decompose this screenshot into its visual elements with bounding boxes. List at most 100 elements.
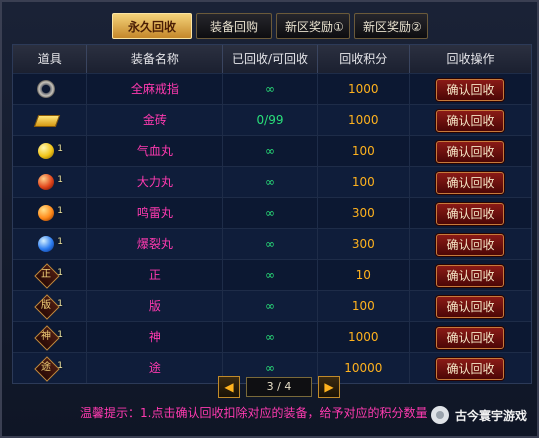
recycle-points: 10: [318, 260, 410, 290]
header-action: 回收操作: [446, 52, 495, 66]
item-name: 神: [87, 322, 224, 352]
action-cell: 确认回收: [410, 260, 531, 290]
recycle-panel: 永久回收 装备回购 新区奖励① 新区奖励② 道具 装备名称 已回收/可回收 回收…: [0, 0, 539, 438]
recycle-points: 300: [318, 198, 410, 228]
token-zheng-icon: 正1: [34, 263, 63, 289]
red-pill-icon: 1: [35, 171, 63, 193]
item-count: 1: [57, 268, 63, 278]
recycled-count: ∞: [223, 291, 318, 321]
header-recycled: 已回收/可回收: [223, 45, 318, 73]
token-shen-icon: 神1: [34, 325, 63, 351]
table-row: 1 气血丸 ∞ 100 确认回收: [13, 135, 531, 166]
item-cell: 神1: [13, 322, 88, 352]
recycle-points: 100: [318, 167, 410, 197]
item-count: 1: [57, 361, 63, 371]
recycled-count: ∞: [223, 198, 318, 228]
action-cell: 确认回收: [410, 74, 531, 104]
action-cell: 确认回收: [410, 322, 531, 352]
recycle-points: 1000: [318, 322, 410, 352]
tab-new-server-reward-2[interactable]: 新区奖励②: [354, 13, 428, 39]
confirm-recycle-button[interactable]: 确认回收: [436, 110, 505, 132]
table-body: 全麻戒指 ∞ 1000 确认回收 金砖 0/99 1000 确认回收 1 气血丸 ∞ 100 确认回收 1…: [13, 73, 531, 383]
table-row: 金砖 0/99 1000 确认回收: [13, 104, 531, 135]
table-row: 1 大力丸 ∞ 100 确认回收: [13, 166, 531, 197]
wechat-icon: [430, 406, 449, 424]
item-count: 1: [57, 299, 63, 309]
fire-pill-icon: 1: [35, 202, 63, 224]
tab-new-server-reward-1[interactable]: 新区奖励①: [276, 13, 350, 39]
tab-bar: 永久回收 装备回购 新区奖励① 新区奖励②: [112, 13, 428, 39]
yellow-pill-icon: 1: [35, 140, 63, 162]
item-count: 1: [57, 206, 63, 216]
tab-equipment-buyback[interactable]: 装备回购: [196, 13, 272, 39]
item-name: 金砖: [87, 105, 224, 135]
confirm-recycle-button[interactable]: 确认回收: [436, 296, 505, 318]
tab-permanent-recycle[interactable]: 永久回收: [112, 13, 192, 39]
gold-brick-icon: [33, 109, 61, 131]
item-cell: 正1: [13, 260, 88, 290]
table-row: 正 1 正 ∞ 10 确认回收: [13, 259, 531, 290]
item-count: 1: [57, 237, 63, 247]
token-tu-icon: 途1: [34, 356, 63, 382]
table-row: 1 鸣雷丸 ∞ 300 确认回收: [13, 197, 531, 228]
item-cell: [13, 105, 88, 135]
header-points: 回收积分: [318, 45, 410, 73]
item-count: 1: [57, 175, 63, 185]
recycled-count: 0/99: [223, 105, 318, 135]
action-cell: 确认回收: [410, 136, 531, 166]
action-cell: 确认回收: [410, 229, 531, 259]
action-cell: 确认回收: [410, 291, 531, 321]
confirm-recycle-button[interactable]: 确认回收: [436, 203, 505, 225]
item-name: 正: [87, 260, 224, 290]
action-cell: 确认回收: [410, 167, 531, 197]
watermark-text: 古今寰宇游戏: [454, 408, 527, 423]
item-name: 鸣雷丸: [87, 198, 224, 228]
confirm-recycle-button[interactable]: 确认回收: [436, 265, 505, 287]
item-cell: 1: [13, 136, 88, 166]
header-name: 装备名称: [87, 45, 224, 73]
item-name: 版: [87, 291, 224, 321]
recycled-count: ∞: [223, 167, 318, 197]
recycled-count: ∞: [223, 260, 318, 290]
hint-body: 1.点击确认回收扣除对应的装备，给予对应的积分数量: [140, 406, 428, 420]
recycled-count: ∞: [223, 136, 318, 166]
action-cell: 确认回收: [410, 198, 531, 228]
recycled-count: ∞: [223, 229, 318, 259]
recycle-points: 100: [318, 291, 410, 321]
item-cell: 1: [13, 198, 88, 228]
table-row: 版 1 版 ∞ 100 确认回收: [13, 290, 531, 321]
recycled-count: ∞: [223, 74, 318, 104]
confirm-recycle-button[interactable]: 确认回收: [436, 172, 505, 194]
confirm-recycle-button[interactable]: 确认回收: [436, 141, 505, 163]
table-header: 道具 装备名称 已回收/可回收 回收积分 回收操作: [13, 45, 531, 73]
confirm-recycle-button[interactable]: 确认回收: [436, 79, 505, 101]
item-cell: 版1: [13, 291, 88, 321]
action-cell: 确认回收: [410, 353, 531, 383]
item-cell: 1: [13, 229, 88, 259]
recycle-points: 1000: [318, 105, 410, 135]
blue-pill-icon: 1: [35, 233, 63, 255]
recycled-count: ∞: [223, 322, 318, 352]
item-name: 爆裂丸: [87, 229, 224, 259]
token-ban-icon: 版1: [34, 294, 63, 320]
confirm-recycle-button[interactable]: 确认回收: [436, 327, 505, 349]
pagination: ◀ 3 / 4 ▶: [218, 376, 340, 398]
next-page-button[interactable]: ▶: [318, 376, 340, 398]
recycle-points: 100: [318, 136, 410, 166]
table-row: 全麻戒指 ∞ 1000 确认回收: [13, 73, 531, 104]
prev-page-button[interactable]: ◀: [218, 376, 240, 398]
recycle-points: 1000: [318, 74, 410, 104]
table-row: 神 1 神 ∞ 1000 确认回收: [13, 321, 531, 352]
confirm-recycle-button[interactable]: 确认回收: [436, 358, 505, 380]
confirm-recycle-button[interactable]: 确认回收: [436, 234, 505, 256]
item-count: 1: [57, 330, 63, 340]
item-name: 途: [87, 353, 224, 383]
hint-text: 温馨提示：1.点击确认回收扣除对应的装备，给予对应的积分数量: [80, 404, 427, 421]
table-row: 1 爆裂丸 ∞ 300 确认回收: [13, 228, 531, 259]
header-item: 道具: [13, 45, 88, 73]
watermark: 古今寰宇游戏: [430, 406, 527, 424]
item-cell: 途1: [13, 353, 88, 383]
item-name: 大力丸: [87, 167, 224, 197]
hint-label: 温馨提示：: [80, 406, 141, 420]
recycle-table: 道具 装备名称 已回收/可回收 回收积分 回收操作 全麻戒指 ∞ 1000 确认回收金…: [12, 44, 532, 384]
